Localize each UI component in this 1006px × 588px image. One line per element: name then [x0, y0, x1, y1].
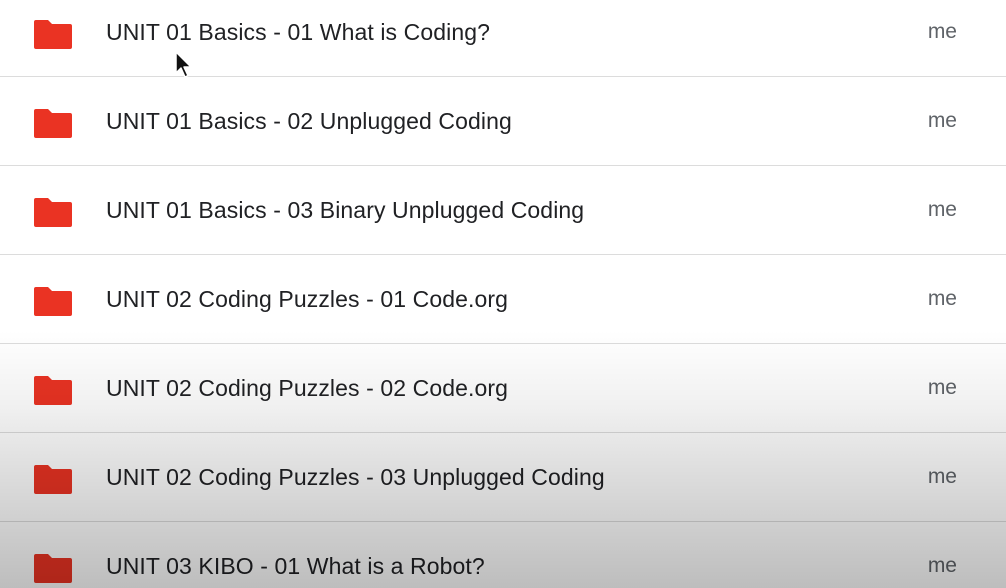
drive-file-list-view: UNIT 01 Basics - 01 What is Coding? me U… — [0, 0, 1006, 588]
folder-icon — [34, 20, 72, 49]
folder-icon — [34, 465, 72, 494]
folder-owner: me — [927, 198, 957, 221]
folder-row[interactable]: UNIT 02 Coding Puzzles - 03 Unplugged Co… — [0, 433, 1006, 522]
folder-list: UNIT 01 Basics - 01 What is Coding? me U… — [0, 0, 1006, 588]
folder-icon — [34, 109, 72, 138]
folder-row[interactable]: UNIT 02 Coding Puzzles - 02 Code.org me — [0, 344, 1006, 433]
folder-name: UNIT 03 KIBO - 01 What is a Robot? — [106, 553, 485, 579]
folder-icon — [34, 376, 72, 405]
folder-row[interactable]: UNIT 03 KIBO - 01 What is a Robot? me — [0, 522, 1006, 588]
folder-name: UNIT 02 Coding Puzzles - 03 Unplugged Co… — [106, 464, 605, 490]
folder-owner: me — [927, 554, 957, 577]
folder-icon — [34, 554, 72, 583]
folder-name: UNIT 02 Coding Puzzles - 02 Code.org — [106, 375, 509, 401]
folder-row[interactable]: UNIT 01 Basics - 02 Unplugged Coding me — [0, 77, 1006, 166]
folder-row[interactable]: UNIT 01 Basics - 03 Binary Unplugged Cod… — [0, 166, 1006, 255]
folder-name: UNIT 01 Basics - 02 Unplugged Coding — [106, 108, 512, 134]
folder-row[interactable]: UNIT 01 Basics - 01 What is Coding? me — [0, 0, 1006, 77]
folder-owner: me — [927, 109, 957, 132]
folder-icon — [34, 287, 72, 316]
folder-owner: me — [927, 287, 957, 310]
folder-row[interactable]: UNIT 02 Coding Puzzles - 01 Code.org me — [0, 255, 1006, 344]
folder-name: UNIT 02 Coding Puzzles - 01 Code.org — [106, 286, 509, 312]
folder-name: UNIT 01 Basics - 01 What is Coding? — [106, 19, 491, 45]
folder-icon — [34, 198, 72, 227]
folder-owner: me — [927, 465, 957, 488]
folder-owner: me — [927, 20, 957, 43]
folder-owner: me — [927, 376, 957, 399]
folder-name: UNIT 01 Basics - 03 Binary Unplugged Cod… — [106, 197, 585, 223]
